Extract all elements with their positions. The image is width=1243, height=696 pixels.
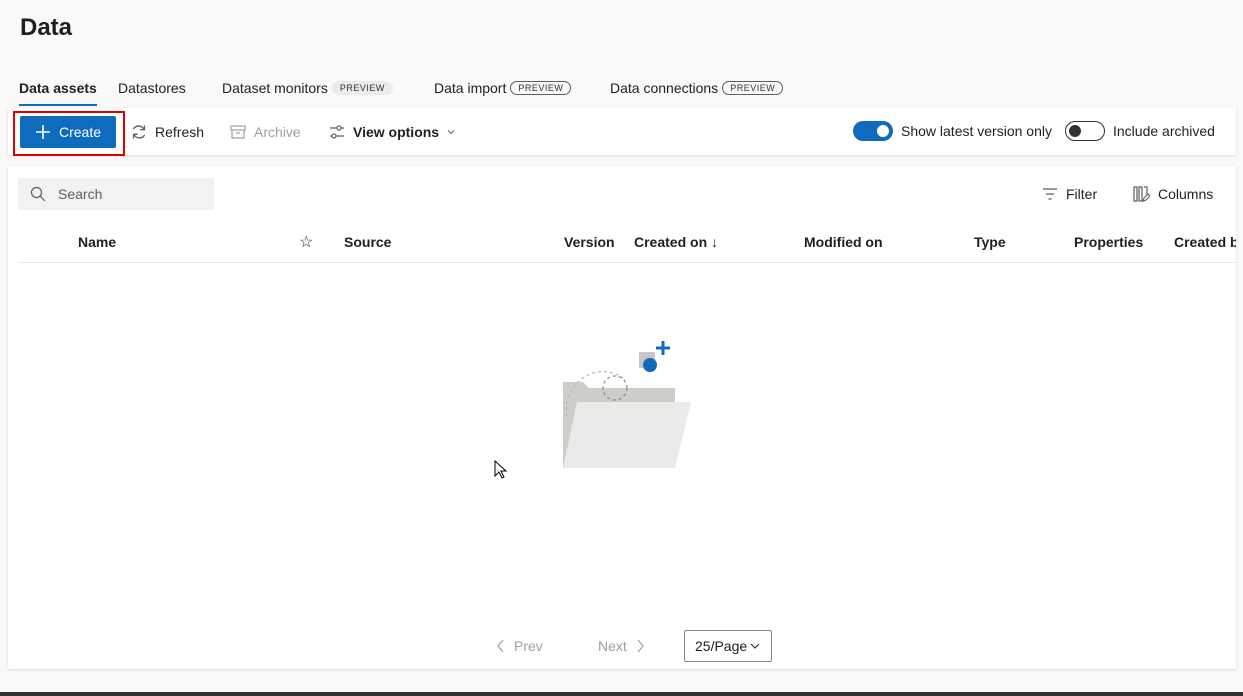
column-header-version[interactable]: Version <box>564 222 615 262</box>
columns-button[interactable]: Columns <box>1132 178 1213 210</box>
table-header: Name ☆ Source Version Created on ↓ Modif… <box>18 222 1236 263</box>
column-header-source[interactable]: Source <box>344 222 391 262</box>
next-label: Next <box>598 638 627 654</box>
bottom-edge <box>0 692 1243 696</box>
active-tab-indicator <box>19 104 97 106</box>
filter-icon <box>1043 188 1057 200</box>
chevron-down-icon <box>447 130 455 135</box>
column-header-properties[interactable]: Properties <box>1074 222 1143 262</box>
view-options-label: View options <box>353 124 440 140</box>
columns-icon <box>1133 186 1150 202</box>
next-page-button[interactable]: Next <box>598 632 645 660</box>
archive-button[interactable]: Archive <box>229 116 301 148</box>
include-archived-label: Include archived <box>1113 123 1215 139</box>
sliders-icon <box>330 125 344 139</box>
command-bar: Create Refresh Archive View options Show… <box>8 108 1236 155</box>
page-size-dropdown[interactable]: 25/Page <box>684 630 772 662</box>
tab-label: Dataset monitors <box>222 80 328 96</box>
prev-label: Prev <box>514 638 543 654</box>
tab-bar: Data assets Datastores Dataset monitors … <box>0 70 1243 106</box>
tab-datastores[interactable]: Datastores <box>118 70 186 106</box>
view-options-button[interactable]: View options <box>328 116 456 148</box>
show-latest-version-toggle-group: Show latest version only <box>853 120 1052 142</box>
chevron-right-icon <box>637 639 644 653</box>
create-button-label: Create <box>58 124 102 140</box>
show-latest-version-label: Show latest version only <box>901 123 1052 139</box>
tab-label: Datastores <box>118 80 186 96</box>
refresh-icon <box>132 125 146 139</box>
columns-label: Columns <box>1158 186 1214 202</box>
column-header-favorite[interactable]: ☆ <box>299 222 313 262</box>
toggle-knob <box>1069 125 1081 137</box>
tab-label: Data connections <box>610 80 719 96</box>
mouse-cursor-icon <box>494 460 508 479</box>
chevron-left-icon <box>497 639 504 653</box>
archive-icon <box>230 125 246 139</box>
search-input[interactable] <box>56 185 200 203</box>
refresh-button[interactable]: Refresh <box>130 116 204 148</box>
chevron-down-icon <box>750 643 760 649</box>
search-box <box>18 178 214 210</box>
empty-folder-illustration <box>563 341 691 468</box>
tab-label: Data import <box>434 80 507 96</box>
tab-data-connections[interactable]: Data connections PREVIEW <box>610 70 784 106</box>
column-header-created-on[interactable]: Created on ↓ <box>634 222 718 262</box>
page-title: Data <box>20 14 73 41</box>
page-size-value: 25/Page <box>695 638 748 654</box>
tab-data-assets[interactable]: Data assets <box>19 70 97 106</box>
prev-page-button[interactable]: Prev <box>496 632 543 660</box>
include-archived-toggle-group: Include archived <box>1065 120 1215 142</box>
filter-button[interactable]: Filter <box>1042 178 1097 210</box>
search-icon <box>30 186 46 202</box>
refresh-label: Refresh <box>155 124 205 140</box>
tab-label: Data assets <box>19 80 97 96</box>
column-header-modified-on[interactable]: Modified on <box>804 222 883 262</box>
preview-badge: PREVIEW <box>510 81 572 95</box>
tab-data-import[interactable]: Data import PREVIEW <box>434 70 572 106</box>
column-header-type[interactable]: Type <box>974 222 1006 262</box>
filter-label: Filter <box>1066 186 1098 202</box>
create-button[interactable]: Create <box>20 116 116 148</box>
toggle-knob <box>877 125 889 137</box>
include-archived-toggle[interactable] <box>1065 121 1105 141</box>
preview-badge: PREVIEW <box>722 81 784 95</box>
tab-dataset-monitors[interactable]: Dataset monitors PREVIEW <box>222 70 393 106</box>
data-assets-panel: Filter Columns Name ☆ Source Version Cre… <box>8 166 1236 669</box>
column-header-name[interactable]: Name <box>78 222 116 262</box>
column-header-created-by[interactable]: Created by <box>1174 222 1236 262</box>
plus-icon <box>35 125 50 139</box>
preview-badge: PREVIEW <box>331 81 393 95</box>
archive-label: Archive <box>254 124 301 140</box>
show-latest-version-toggle[interactable] <box>853 121 893 141</box>
